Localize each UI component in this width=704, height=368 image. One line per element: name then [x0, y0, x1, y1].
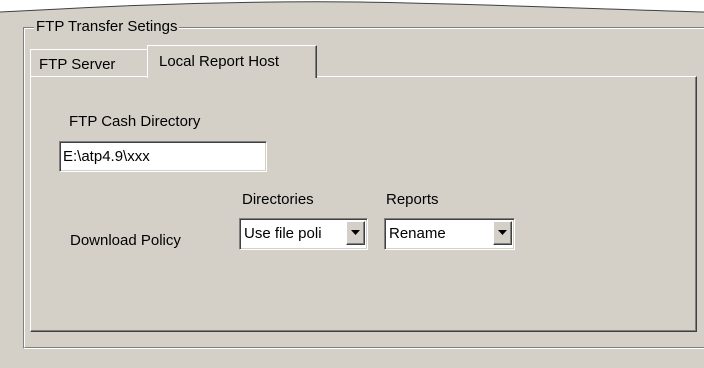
- chevron-down-icon: [351, 230, 360, 235]
- directories-select[interactable]: Use file poli: [239, 218, 368, 250]
- tab-label: Local Report Host: [159, 53, 280, 70]
- download-policy-label: Download Policy: [70, 232, 181, 249]
- cash-directory-input[interactable]: E:\atp4.9\xxx: [59, 141, 267, 172]
- tab-ftp-server[interactable]: FTP Server: [30, 49, 149, 77]
- directories-selected-value: Use file poli: [244, 225, 322, 242]
- reports-dropdown-button[interactable]: [493, 221, 512, 245]
- chevron-down-icon: [498, 230, 507, 235]
- reports-label: Reports: [386, 191, 439, 208]
- group-box-title: FTP Transfer Setings: [34, 17, 180, 37]
- tab-local-report-host[interactable]: Local Report Host: [147, 45, 317, 78]
- reports-selected-value: Rename: [389, 225, 446, 242]
- cash-directory-label: FTP Cash Directory: [69, 113, 201, 130]
- reports-select[interactable]: Rename: [384, 218, 515, 250]
- directories-label: Directories: [242, 191, 314, 208]
- cash-directory-value: E:\atp4.9\xxx: [63, 148, 150, 165]
- directories-dropdown-button[interactable]: [346, 221, 365, 245]
- tab-label: FTP Server: [39, 56, 116, 73]
